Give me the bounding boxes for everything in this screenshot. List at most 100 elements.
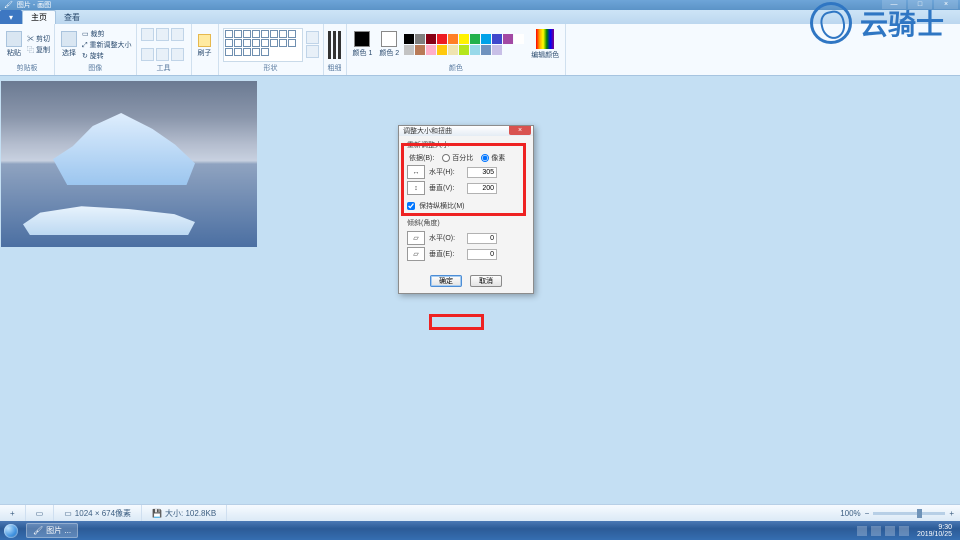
dialog-close-button[interactable]: × (509, 126, 531, 135)
shapes-gallery[interactable] (223, 28, 303, 62)
ribbon-group-image: 选择 ▭ 裁剪 ⤢ 重新调整大小 ↻ 旋转 图像 (55, 24, 137, 75)
color-palette[interactable] (404, 34, 526, 55)
picker-tool[interactable] (156, 48, 169, 61)
palette-swatch[interactable] (481, 45, 491, 55)
skew-h-icon: ▱ (407, 231, 425, 245)
skew-h-label: 水平(O): (429, 233, 463, 243)
skew-v-label: 垂直(E): (429, 249, 463, 259)
tray-icon[interactable] (857, 526, 867, 536)
radio-pixel[interactable]: 像素 (481, 153, 505, 163)
group-label-clipboard: 剪贴板 (4, 63, 50, 73)
palette-swatch[interactable] (404, 34, 414, 44)
rotate-button[interactable]: ↻ 旋转 (82, 51, 132, 61)
color1-button[interactable]: 颜色 1 (351, 31, 375, 58)
ribbon-group-colors: 颜色 1 颜色 2 编辑颜色 颜色 (347, 24, 567, 75)
cancel-button[interactable]: 取消 (470, 275, 502, 287)
paste-label: 粘贴 (7, 48, 21, 58)
crop-button[interactable]: ▭ 裁剪 (82, 29, 132, 39)
taskbar-item-paint[interactable]: 🖌图片 ... (26, 523, 78, 538)
stroke-width-button[interactable] (328, 31, 341, 59)
zoom-in-button[interactable]: + (949, 509, 954, 518)
aspect-checkbox[interactable]: 保持纵横比(M) (407, 201, 525, 211)
clock-date: 2019/10/25 (917, 531, 952, 538)
palette-swatch[interactable] (415, 34, 425, 44)
palette-swatch[interactable] (426, 45, 436, 55)
palette-swatch[interactable] (404, 45, 414, 55)
palette-swatch[interactable] (470, 45, 480, 55)
pencil-tool[interactable] (141, 28, 154, 41)
fill-tool[interactable] (156, 28, 169, 41)
zoom-tool[interactable] (171, 48, 184, 61)
palette-swatch[interactable] (437, 45, 447, 55)
group-label-stroke: 粗细 (328, 63, 342, 73)
zoom-out-button[interactable]: − (865, 509, 870, 518)
resize-skew-dialog: 调整大小和扭曲 × 重新调整大小 依据(B): 百分比 像素 ↔ 水平(H): … (398, 125, 534, 294)
palette-swatch[interactable] (459, 34, 469, 44)
fill-shape-button[interactable] (306, 45, 319, 58)
clock-time: 9:30 (917, 524, 952, 531)
select-button[interactable]: 选择 (59, 31, 79, 58)
palette-swatch[interactable] (448, 34, 458, 44)
tray-network-icon[interactable] (871, 526, 881, 536)
group-label-image: 图像 (59, 63, 132, 73)
status-filesize: 💾大小: 102.8KB (142, 505, 227, 521)
resize-h-input[interactable] (467, 167, 497, 178)
palette-swatch[interactable] (492, 34, 502, 44)
taskbar: 🖌图片 ... 9:30 2019/10/25 (0, 521, 960, 540)
brush-button[interactable]: 刷子 (196, 34, 214, 58)
ok-button[interactable]: 确定 (430, 275, 462, 287)
skew-v-input[interactable] (467, 249, 497, 260)
palette-swatch[interactable] (492, 45, 502, 55)
palette-swatch[interactable] (470, 34, 480, 44)
palette-swatch[interactable] (514, 34, 524, 44)
group-label-colors: 颜色 (351, 63, 562, 73)
palette-swatch[interactable] (437, 34, 447, 44)
outline-button[interactable] (306, 31, 319, 44)
task-icon: 🖌 (33, 526, 43, 535)
palette-swatch[interactable] (459, 45, 469, 55)
select-icon (61, 31, 77, 47)
window-title: 图片 - 画图 (17, 0, 51, 10)
radio-percent[interactable]: 百分比 (442, 153, 473, 163)
system-tray: 9:30 2019/10/25 (853, 524, 960, 538)
palette-swatch[interactable] (426, 34, 436, 44)
palette-swatch[interactable] (415, 45, 425, 55)
taskbar-clock[interactable]: 9:30 2019/10/25 (913, 524, 956, 538)
edit-colors-label: 编辑颜色 (531, 50, 559, 60)
zoom-slider[interactable] (873, 512, 945, 515)
paste-button[interactable]: 粘贴 (4, 31, 24, 58)
app-menu-button[interactable]: ▾ (0, 10, 22, 24)
crosshair-icon: + (10, 509, 15, 518)
resize-h-label: 水平(H): (429, 167, 463, 177)
color2-button[interactable]: 颜色 2 (377, 31, 401, 58)
copy-button[interactable]: ⿻ 复制 (27, 45, 50, 55)
palette-swatch[interactable] (503, 34, 513, 44)
app-icon: 🖌 (4, 1, 13, 9)
palette-swatch[interactable] (481, 34, 491, 44)
resize-h-icon: ↔ (407, 165, 425, 179)
cut-button[interactable]: ✂ 剪切 (27, 34, 50, 44)
tray-sound-icon[interactable] (885, 526, 895, 536)
statusbar: + ▭ ▭1024 × 674像素 💾大小: 102.8KB 100% − + (0, 504, 960, 521)
resize-v-input[interactable] (467, 183, 497, 194)
edit-colors-button[interactable]: 编辑颜色 (529, 29, 561, 60)
start-button[interactable] (0, 521, 22, 540)
dialog-titlebar[interactable]: 调整大小和扭曲 × (399, 126, 533, 136)
skew-v-icon: ▱ (407, 247, 425, 261)
dialog-title: 调整大小和扭曲 (403, 126, 452, 136)
tab-home[interactable]: 主页 (22, 10, 56, 24)
text-tool[interactable] (171, 28, 184, 41)
tab-view[interactable]: 查看 (56, 11, 88, 24)
color2-swatch (381, 31, 397, 47)
status-sel: ▭ (26, 505, 55, 521)
ribbon-group-brush: 刷子 (192, 24, 219, 75)
palette-swatch[interactable] (448, 45, 458, 55)
resize-button[interactable]: ⤢ 重新调整大小 (82, 40, 132, 50)
status-dimensions: ▭1024 × 674像素 (54, 505, 142, 521)
rainbow-icon (536, 29, 554, 49)
skew-fieldset: 倾斜(角度) ▱ 水平(O): ▱ 垂直(E): (407, 218, 525, 263)
skew-h-input[interactable] (467, 233, 497, 244)
tray-flag-icon[interactable] (899, 526, 909, 536)
ribbon-group-stroke: 粗细 (324, 24, 347, 75)
eraser-tool[interactable] (141, 48, 154, 61)
